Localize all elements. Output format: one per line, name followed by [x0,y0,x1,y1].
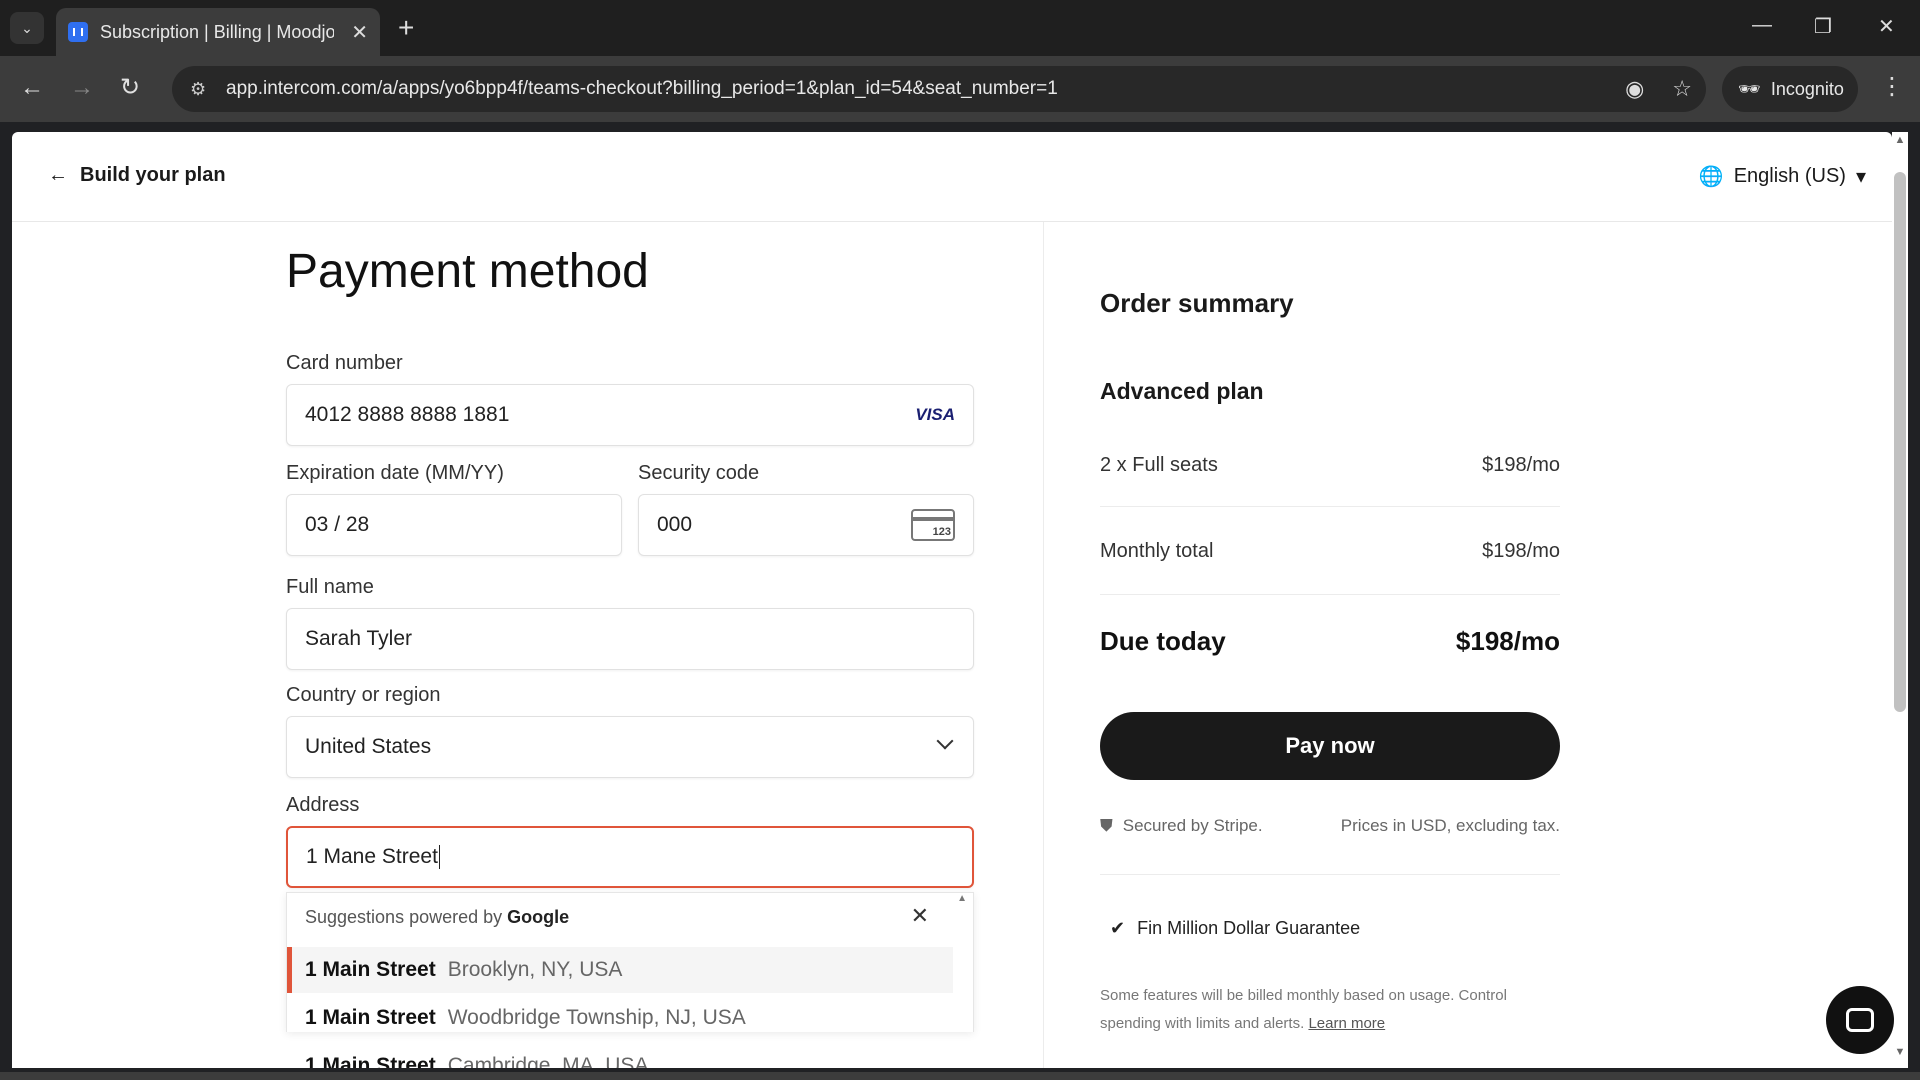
browser-tabstrip: ⌄ Subscription | Billing | Moodjoy ✕ + —… [0,0,1920,56]
bookmark-star-icon[interactable]: ☆ [1672,76,1692,102]
monthly-total-label: Monthly total [1100,540,1214,562]
active-tab[interactable]: Subscription | Billing | Moodjoy ✕ [56,8,380,56]
guarantee-text: Fin Million Dollar Guarantee [1137,918,1361,938]
incognito-badge[interactable]: 🕶 Incognito [1722,66,1858,112]
card-number-label: Card number [286,352,403,374]
due-today-label: Due today [1100,626,1226,656]
security-code-input[interactable]: 000 123 [638,494,974,556]
incognito-label: Incognito [1770,78,1844,99]
minimize-button[interactable]: — [1752,14,1772,37]
scroll-up-arrow-icon[interactable]: ▲ [1892,134,1908,146]
monthly-total-price: $198/mo [1482,540,1560,562]
incognito-icon: 🕶 [1738,78,1761,99]
site-settings-icon[interactable]: ⚙ [190,79,216,100]
address-input[interactable]: 1 Mane Street [286,826,974,888]
close-window-button[interactable]: ✕ [1878,14,1895,39]
plan-name: Advanced plan [1100,378,1264,404]
window-bottom-edge [0,1072,1920,1080]
scrollbar-thumb[interactable] [1894,172,1906,712]
new-tab-button[interactable]: + [398,12,414,44]
usage-fine-print: Some features will be billed monthly bas… [1100,987,1507,1032]
dropdown-scroll-up-icon[interactable]: ▲ [957,893,967,904]
card-number-value: 4012 8888 8888 1881 [305,403,510,426]
expiry-value: 03 / 28 [305,513,370,536]
chevron-down-icon [936,732,954,750]
seats-price: $198/mo [1482,454,1560,476]
prices-note: Prices in USD, excluding tax. [1340,816,1560,835]
security-code-label: Security code [638,462,760,484]
divider [1100,506,1560,507]
language-selector[interactable]: 🌐 English (US) ▾ [1699,164,1866,189]
country-select[interactable]: United States [286,716,974,778]
card-cvc-icon: 123 [911,509,955,541]
close-suggestions-icon[interactable]: ✕ [911,903,929,929]
address-suggestions: ▲ Suggestions powered by Google ✕ 1 Main… [286,892,974,1068]
country-label: Country or region [286,684,441,706]
reload-icon[interactable]: ↻ [120,74,140,102]
guarantee-badge: ✔ Fin Million Dollar Guarantee [1110,918,1360,939]
arrow-left-icon: ← [48,164,68,186]
intercom-favicon-icon [68,22,88,42]
pay-now-button[interactable]: Pay now [1100,712,1560,780]
tracking-protection-icon[interactable]: ◉ [1625,76,1644,102]
address-label: Address [286,794,360,816]
scroll-down-arrow-icon[interactable]: ▼ [1892,1046,1908,1058]
language-label: English (US) [1733,165,1846,187]
due-today-row: Due today $198/mo [1100,626,1560,657]
caret-down-icon: ▾ [1855,166,1866,188]
secured-text: Secured by Stripe. [1122,816,1263,835]
address-value: 1 Mane Street [306,845,438,868]
suggestion-item[interactable]: 1 Main Street Woodbridge Township, NJ, US… [287,995,953,1041]
browser-menu-icon[interactable]: ⋮ [1880,72,1904,101]
browser-toolbar: ← → ↻ ⚙ app.intercom.com/a/apps/yo6bpp4f… [0,56,1920,122]
back-label: Build your plan [80,164,226,186]
full-name-value: Sarah Tyler [305,627,412,650]
shield-check-icon: ✔ [1110,918,1126,938]
due-today-price: $198/mo [1455,626,1560,656]
checkout-header: ← Build your plan 🌐 English (US) ▾ [12,132,1892,222]
divider [1100,874,1560,875]
card-number-input[interactable]: 4012 8888 8888 1881 VISA [286,384,974,446]
full-name-label: Full name [286,576,374,598]
checkout-page: ← Build your plan 🌐 English (US) ▾ Payme… [12,132,1892,1068]
suggestion-item[interactable]: 1 Main Street Cambridge, MA, USA [287,1043,953,1068]
full-name-input[interactable]: Sarah Tyler [286,608,974,670]
build-your-plan-link[interactable]: ← Build your plan [48,164,226,187]
chat-icon [1846,1008,1874,1032]
suggestions-header: Suggestions powered by Google [305,907,570,927]
back-icon[interactable]: ← [20,74,44,102]
url-text: app.intercom.com/a/apps/yo6bpp4f/teams-c… [226,78,1058,99]
divider [1100,594,1560,595]
text-caret [438,845,440,869]
seats-row: 2 x Full seats $198/mo [1100,454,1560,477]
intercom-messenger-launcher[interactable] [1826,986,1894,1054]
page-title: Payment method [286,245,649,298]
suggestion-item[interactable]: 1 Main Street Brooklyn, NY, USA [287,947,953,993]
monthly-total-row: Monthly total $198/mo [1100,540,1560,563]
tab-close-icon[interactable]: ✕ [351,20,368,45]
expiry-label: Expiration date (MM/YY) [286,462,504,484]
seats-label: 2 x Full seats [1100,454,1218,476]
forward-icon[interactable]: → [70,74,94,102]
learn-more-link[interactable]: Learn more [1308,1015,1385,1032]
expiry-input[interactable]: 03 / 28 [286,494,622,556]
column-divider [1043,222,1044,1068]
tab-title: Subscription | Billing | Moodjoy [100,21,334,42]
shield-icon: ⛊ [1100,816,1113,835]
visa-icon: VISA [915,405,955,424]
secured-by-stripe: ⛊ Secured by Stripe. [1100,816,1263,836]
tab-search-button[interactable]: ⌄ [10,12,44,44]
country-value: United States [305,735,432,758]
address-bar[interactable]: ⚙ app.intercom.com/a/apps/yo6bpp4f/teams… [172,66,1706,112]
globe-icon: 🌐 [1698,166,1724,188]
order-summary-title: Order summary [1100,288,1294,318]
security-code-value: 000 [657,513,693,536]
restore-button[interactable]: ❐ [1814,14,1832,39]
